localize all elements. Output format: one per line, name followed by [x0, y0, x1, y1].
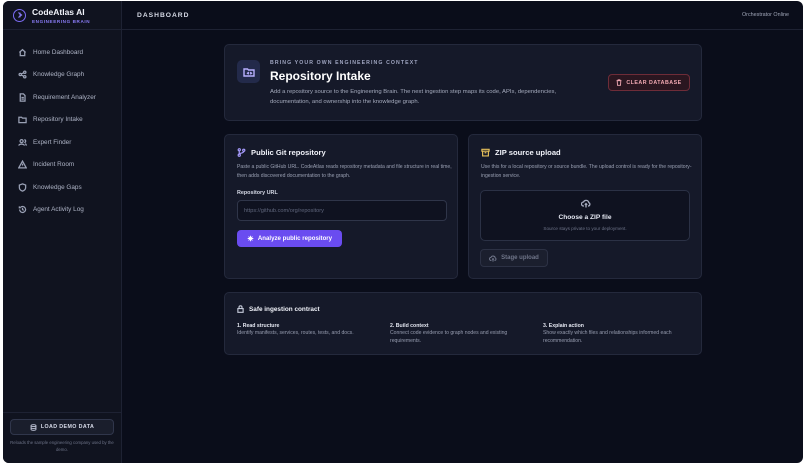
sidebar: CodeAtlas AI ENGINEERING BRAIN Home Dash…	[3, 1, 122, 463]
lock-icon	[237, 305, 244, 313]
contract-heading: Safe ingestion contract	[237, 305, 320, 313]
history-icon	[18, 206, 27, 214]
dropzone-title: Choose a ZIP file	[558, 214, 612, 221]
cloud-upload-icon	[489, 255, 497, 262]
share-nodes-icon	[18, 70, 27, 79]
archive-box-icon	[481, 148, 490, 157]
zip-upload-card: ZIP source upload Use this for a local r…	[468, 134, 702, 279]
repository-url-label: Repository URL	[237, 190, 278, 196]
status-indicator: Orchestrator Online	[741, 12, 789, 18]
sidebar-item-label: Home Dashboard	[33, 48, 84, 56]
sidebar-item-knowledge-gaps[interactable]: Knowledge Gaps	[3, 176, 121, 199]
shield-icon	[18, 182, 27, 192]
analyze-public-repository-button[interactable]: Analyze public repository	[237, 230, 342, 247]
brand-title: CodeAtlas AI	[32, 6, 85, 17]
warning-triangle-icon	[18, 160, 27, 169]
repository-url-input[interactable]	[237, 200, 447, 221]
contract-step: 2. Build context Connect code evidence t…	[390, 323, 538, 345]
main-content: DASHBOARD Orchestrator Online BRING YOUR…	[122, 1, 803, 463]
sidebar-item-knowledge-graph[interactable]: Knowledge Graph	[3, 64, 121, 87]
public-git-title: Public Git repository	[251, 148, 326, 157]
sidebar-item-label: Knowledge Gaps	[33, 183, 82, 191]
trash-icon	[616, 79, 622, 86]
safe-ingestion-contract: Safe ingestion contract 1. Read structur…	[224, 292, 702, 355]
database-icon	[30, 423, 37, 431]
brand-subtitle: ENGINEERING BRAIN	[32, 18, 91, 24]
document-icon	[19, 93, 26, 102]
sidebar-item-incident-room[interactable]: Incident Room	[3, 154, 121, 177]
cloud-upload-icon	[581, 199, 591, 208]
repository-intake-hero: BRING YOUR OWN ENGINEERING CONTEXT Repos…	[224, 44, 702, 121]
git-branch-icon	[237, 148, 246, 157]
contract-title: Safe ingestion contract	[249, 305, 320, 313]
sparkle-icon	[247, 235, 254, 242]
sidebar-item-label: Requirement Analyzer	[33, 93, 96, 101]
sidebar-item-requirement-analyzer[interactable]: Requirement Analyzer	[3, 86, 121, 109]
step-description: Connect code evidence to graph nodes and…	[390, 330, 508, 344]
sidebar-footer: LOAD DEMO DATA Reloads the sample engine…	[3, 412, 121, 463]
step-description: Show exactly which files and relationshi…	[543, 330, 672, 344]
zip-upload-description: Use this for a local repository or sourc…	[481, 164, 692, 179]
brand-logo-icon	[13, 8, 26, 22]
hero-kicker: BRING YOUR OWN ENGINEERING CONTEXT	[270, 60, 419, 66]
brand: CodeAtlas AI ENGINEERING BRAIN	[3, 1, 121, 30]
analyze-button-label: Analyze public repository	[257, 235, 333, 242]
sidebar-item-label: Agent Activity Log	[33, 206, 84, 214]
sidebar-item-expert-finder[interactable]: Expert Finder	[3, 131, 121, 154]
step-description: Identify manifests, services, routes, te…	[237, 330, 354, 336]
contract-step: 1. Read structure Identify manifests, se…	[237, 323, 385, 338]
public-git-description: Paste a public GitHub URL. CodeAtlas rea…	[237, 164, 452, 179]
sidebar-item-label: Knowledge Graph	[33, 71, 85, 79]
sidebar-nav: Home Dashboard Knowledge Graph Requireme…	[3, 41, 121, 221]
demo-note: Reloads the sample engineering company u…	[10, 440, 114, 452]
app-window: CodeAtlas AI ENGINEERING BRAIN Home Dash…	[3, 1, 803, 463]
topbar: DASHBOARD Orchestrator Online	[122, 1, 803, 30]
sidebar-item-label: Repository Intake	[33, 116, 83, 124]
zip-file-dropzone[interactable]: Choose a ZIP file Source stays private t…	[480, 190, 690, 241]
folder-code-icon	[237, 60, 260, 83]
contract-step: 3. Explain action Show exactly which fil…	[543, 323, 691, 345]
sidebar-item-repository-intake[interactable]: Repository Intake	[3, 109, 121, 132]
zip-upload-heading: ZIP source upload	[481, 148, 561, 157]
step-title: 2. Build context	[390, 323, 429, 329]
clear-database-label: CLEAR DATABASE	[626, 79, 682, 86]
hero-description: Add a repository source to the Engineeri…	[270, 89, 557, 105]
zip-upload-title: ZIP source upload	[495, 148, 561, 157]
step-title: 3. Explain action	[543, 323, 584, 329]
public-git-card: Public Git repository Paste a public Git…	[224, 134, 458, 279]
home-icon	[18, 48, 27, 57]
load-demo-data-label: LOAD DEMO DATA	[40, 424, 95, 430]
dropzone-subtitle: Source stays private to your deployment.	[543, 226, 627, 231]
hero-title: Repository Intake	[270, 69, 371, 83]
folder-code-icon	[18, 116, 27, 124]
sidebar-item-label: Incident Room	[33, 161, 75, 169]
sidebar-item-agent-activity-log[interactable]: Agent Activity Log	[3, 199, 121, 222]
stage-upload-button[interactable]: Stage upload	[480, 249, 548, 267]
public-git-heading: Public Git repository	[237, 148, 326, 157]
users-icon	[18, 138, 27, 146]
stage-upload-label: Stage upload	[501, 255, 539, 261]
step-title: 1. Read structure	[237, 323, 280, 329]
clear-database-button[interactable]: CLEAR DATABASE	[608, 74, 690, 91]
sidebar-item-home-dashboard[interactable]: Home Dashboard	[3, 41, 121, 64]
load-demo-data-button[interactable]: LOAD DEMO DATA	[10, 419, 114, 435]
page-title: DASHBOARD	[137, 11, 190, 19]
sidebar-item-label: Expert Finder	[33, 138, 72, 146]
